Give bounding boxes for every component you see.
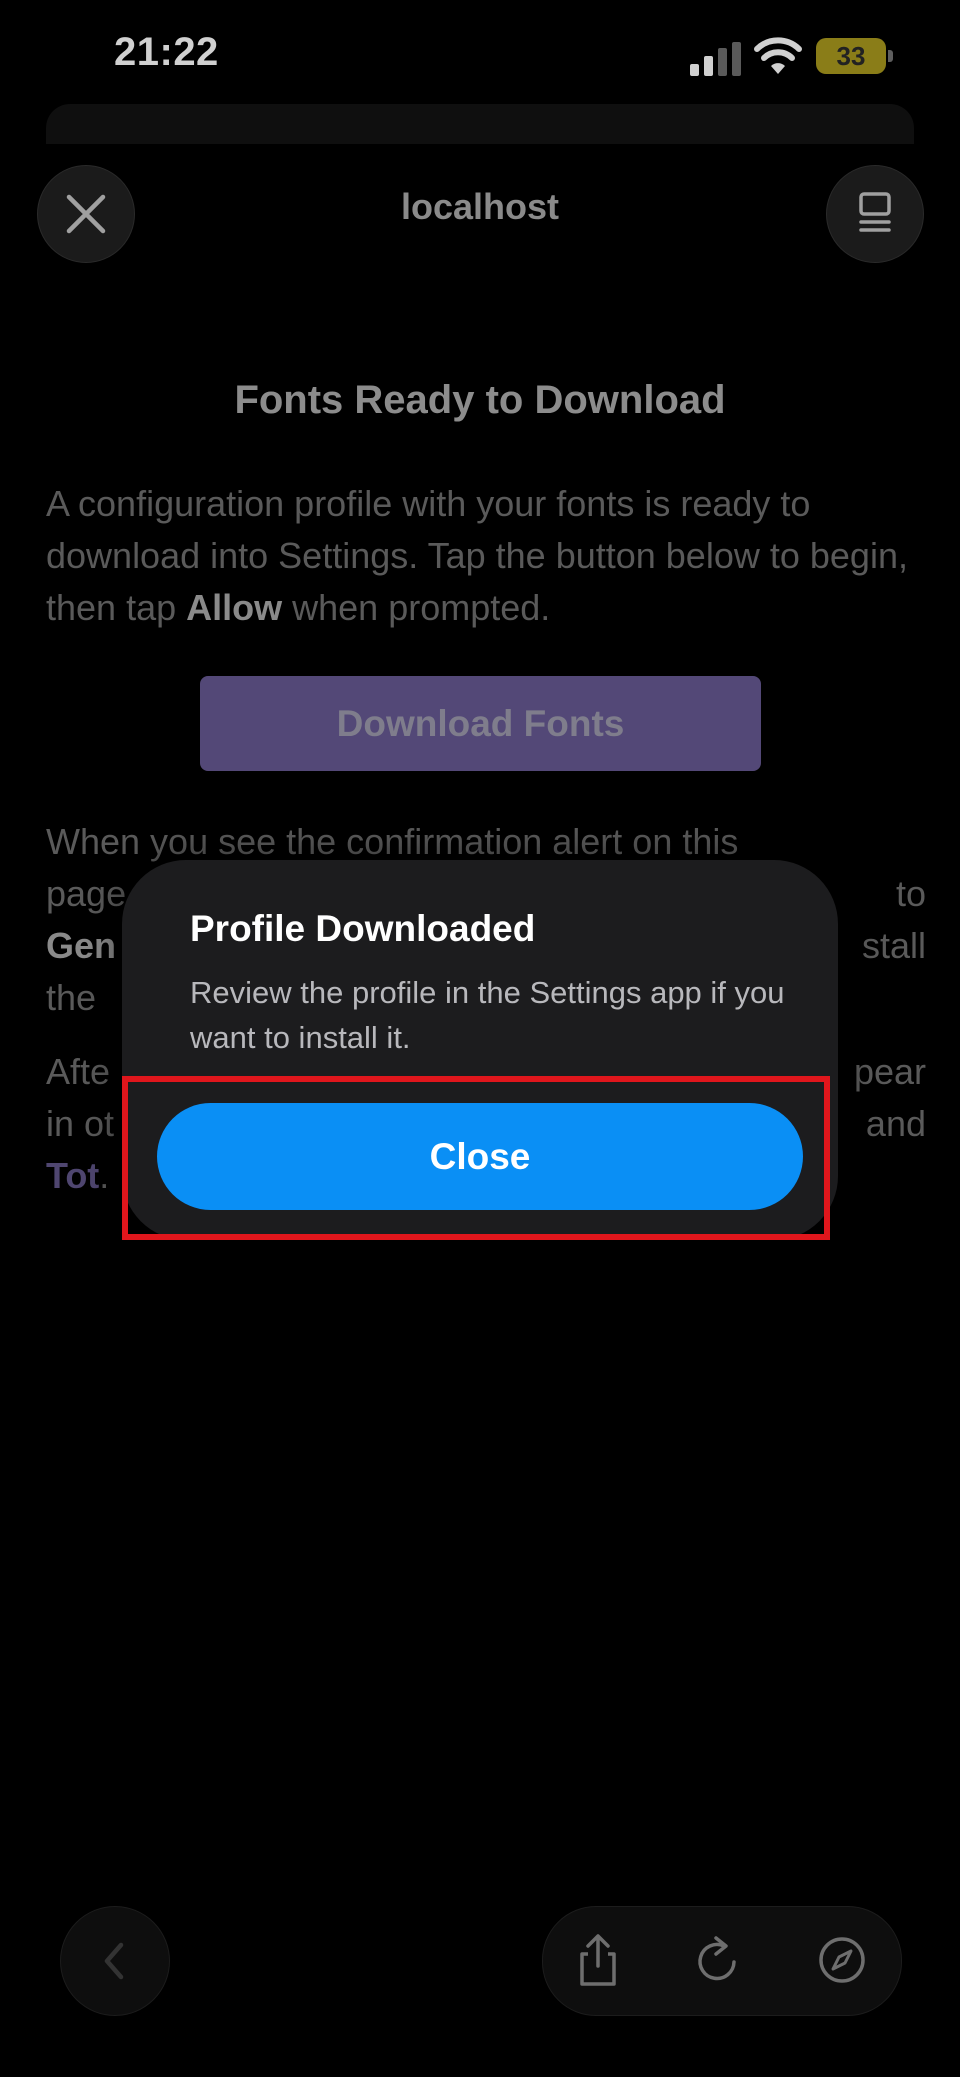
alert-title: Profile Downloaded — [190, 908, 536, 949]
share-icon[interactable] — [568, 1930, 628, 1990]
status-time: 21:22 — [114, 30, 219, 74]
instructions-line-2-a: page — [46, 873, 127, 914]
reader-button[interactable] — [826, 165, 924, 263]
instructions-line-3-a: Gen — [46, 925, 117, 966]
cellular-signal-icon — [690, 42, 741, 76]
download-fonts-button[interactable]: Download Fonts — [200, 676, 761, 771]
reload-icon[interactable] — [688, 1930, 748, 1990]
after-line-2-b: and — [865, 1103, 926, 1144]
after-line-3-b: . — [99, 1155, 110, 1196]
page-title: Fonts Ready to Download — [234, 378, 726, 422]
sheet-top-edge — [46, 104, 914, 144]
allow-bold: Allow — [186, 587, 283, 628]
chevron-left-icon — [104, 1942, 124, 1980]
battery-level: 33 — [836, 41, 866, 71]
instructions-line-3-b: stall — [861, 925, 926, 966]
reader-icon — [859, 192, 891, 232]
intro-text-b: when prompted. — [282, 587, 551, 628]
back-button[interactable] — [60, 1906, 170, 2016]
after-line-2-a: in ot — [46, 1103, 115, 1144]
alert-message: Review the profile in the Settings app i… — [190, 975, 785, 1055]
page-url: localhost — [400, 186, 560, 227]
after-line-1-b: pear — [853, 1051, 926, 1092]
after-line-1-a: Afte — [46, 1051, 111, 1092]
tot-link[interactable]: Tot — [46, 1155, 99, 1196]
battery-nub — [888, 50, 893, 62]
instructions-line-2-b: to — [895, 873, 926, 914]
highlight-box — [122, 1076, 830, 1240]
battery-icon: 33 — [816, 38, 886, 74]
wifi-icon — [754, 37, 802, 74]
intro-paragraph: A configuration profile with your fonts … — [46, 478, 926, 634]
compass-icon[interactable] — [812, 1930, 872, 1990]
